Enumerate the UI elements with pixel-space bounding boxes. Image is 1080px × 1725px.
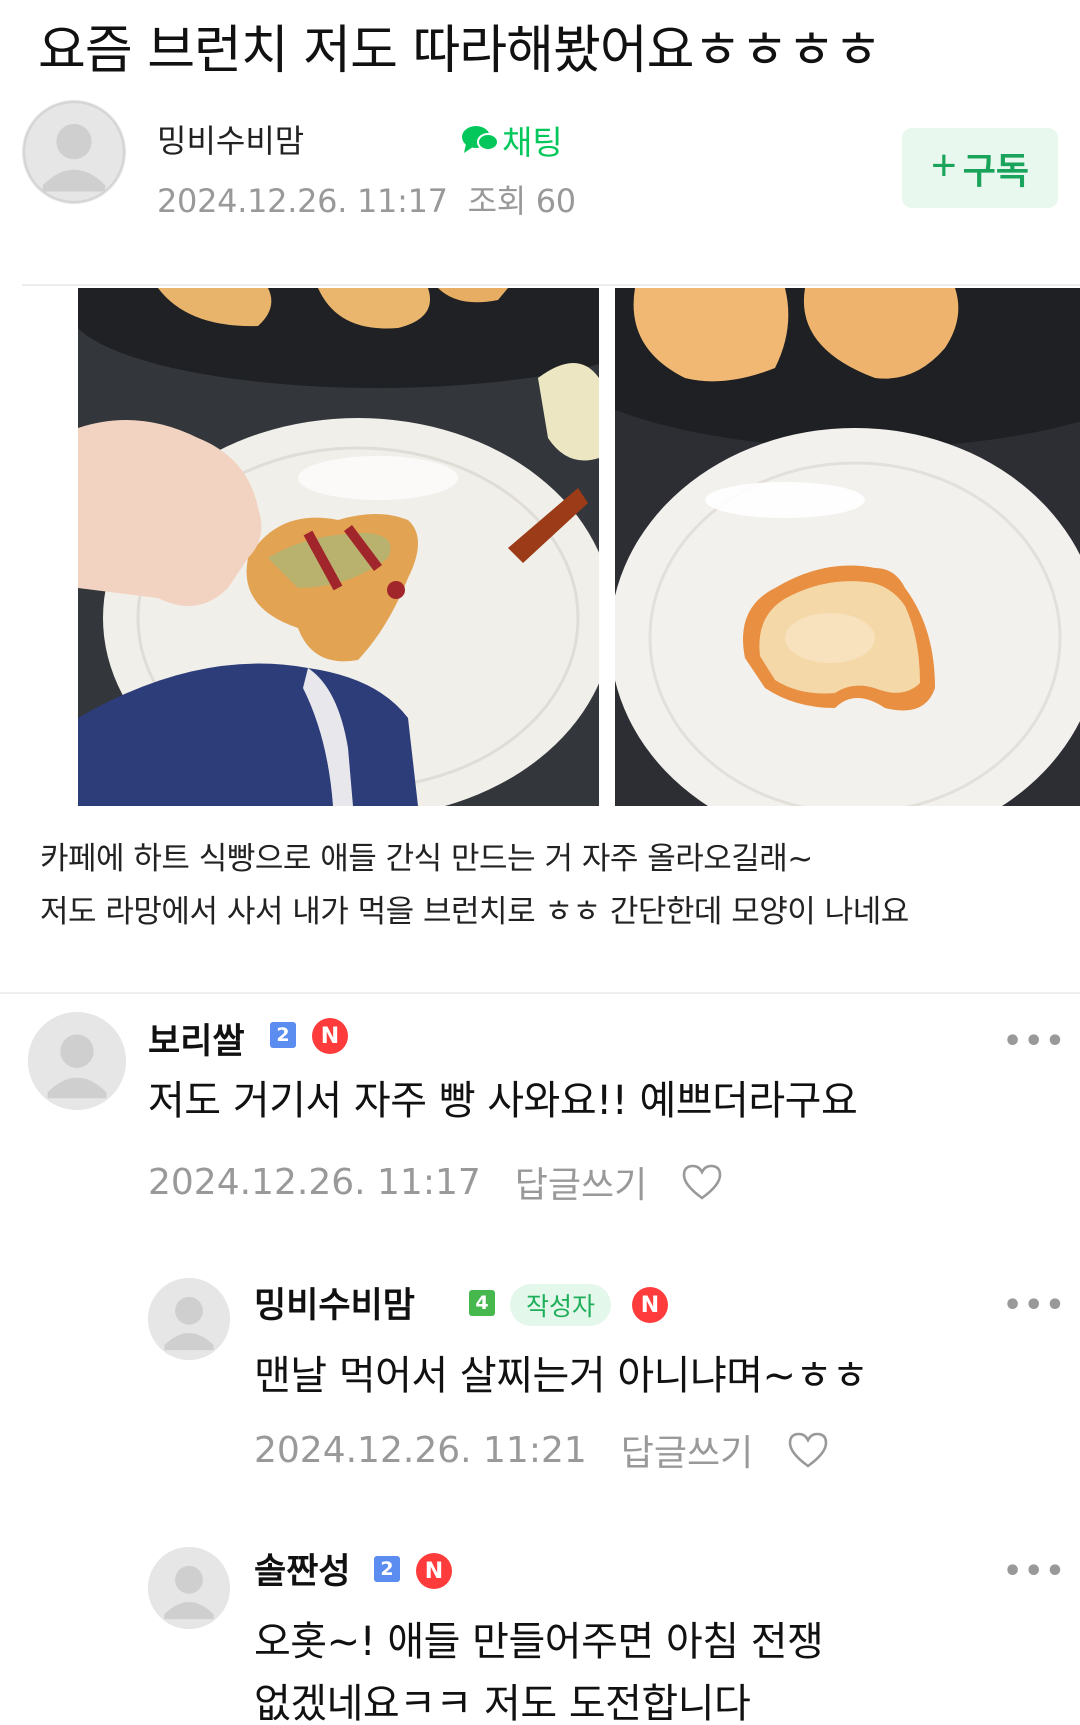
chat-button[interactable]: 채팅 bbox=[460, 116, 563, 164]
reply-button[interactable]: 답글쓰기 bbox=[621, 1424, 753, 1476]
commenter-name[interactable]: 보리쌀 bbox=[148, 1013, 245, 1064]
post-body-line-2: 저도 라망에서 사서 내가 먹을 브런치로 ㅎㅎ 간단한데 모양이 나네요 bbox=[40, 894, 909, 930]
subscribe-label: 구독 bbox=[962, 150, 1029, 191]
commenter-avatar[interactable] bbox=[148, 1278, 230, 1360]
post-photo-1[interactable] bbox=[78, 288, 599, 806]
reply-button[interactable]: 답글쓰기 bbox=[515, 1156, 647, 1208]
commenter-avatar[interactable] bbox=[148, 1547, 230, 1629]
post-body-line-1: 카페에 하트 식빵으로 애들 간식 만드는 거 자주 올라오길래~ bbox=[40, 841, 813, 877]
like-button[interactable] bbox=[681, 1163, 723, 1201]
commenter-name[interactable]: 솔짠성 bbox=[254, 1543, 351, 1594]
post-body: 카페에 하트 식빵으로 애들 간식 만드는 거 자주 올라오길래~ 저도 라망에… bbox=[40, 833, 909, 939]
comments-divider bbox=[0, 992, 1080, 994]
new-badge: N bbox=[312, 1018, 348, 1054]
more-options-icon[interactable]: ••• bbox=[1003, 1288, 1067, 1323]
comment-meta: 2024.12.26. 11:17 답글쓰기 bbox=[148, 1156, 723, 1208]
post-date: 2024.12.26. 11:17 bbox=[157, 182, 448, 220]
commenter-avatar[interactable] bbox=[28, 1012, 126, 1110]
default-user-avatar-icon bbox=[22, 100, 126, 204]
commenter-name[interactable]: 밍비수비맘 bbox=[254, 1277, 415, 1328]
comment-meta: 2024.12.26. 11:21 답글쓰기 bbox=[254, 1424, 829, 1476]
plus-icon: + bbox=[931, 141, 957, 190]
comment-date: 2024.12.26. 11:21 bbox=[254, 1429, 587, 1471]
subscribe-button[interactable]: + 구독 bbox=[902, 128, 1058, 208]
chat-label: 채팅 bbox=[502, 123, 563, 162]
heart-outline-icon bbox=[682, 1164, 722, 1200]
author-tag-badge: 작성자 bbox=[510, 1284, 612, 1326]
post-photo-2[interactable] bbox=[615, 288, 1080, 806]
heart-outline-icon bbox=[788, 1432, 828, 1468]
comment-text-line-2: 없겠네요ㅋㅋ 저도 도전합니다 bbox=[254, 1681, 751, 1725]
comment-text: 저도 거기서 자주 빵 사와요!! 예쁘더라구요 bbox=[148, 1078, 858, 1124]
new-badge: N bbox=[416, 1553, 452, 1589]
default-user-avatar-icon bbox=[28, 1012, 126, 1110]
default-user-avatar-icon bbox=[148, 1547, 230, 1629]
comment-text-line-1: 오홋~! 애들 만들어주면 아침 전쟁 bbox=[254, 1619, 824, 1665]
post-title: 요즘 브런치 저도 따라해봤어요ㅎㅎㅎㅎ bbox=[38, 21, 882, 81]
more-options-icon[interactable]: ••• bbox=[1003, 1024, 1067, 1059]
more-options-icon[interactable]: ••• bbox=[1003, 1554, 1067, 1589]
header-divider bbox=[22, 284, 1080, 286]
author-avatar[interactable] bbox=[22, 100, 126, 204]
like-button[interactable] bbox=[787, 1431, 829, 1469]
member-level-badge: 2 bbox=[374, 1556, 400, 1582]
author-name[interactable]: 밍비수비맘 bbox=[157, 116, 304, 162]
member-level-badge: 2 bbox=[270, 1022, 296, 1048]
new-badge: N bbox=[632, 1287, 668, 1323]
member-level-badge: 4 bbox=[469, 1290, 495, 1316]
default-user-avatar-icon bbox=[148, 1278, 230, 1360]
heart-toast-plate-image bbox=[615, 288, 1080, 806]
comment-date: 2024.12.26. 11:17 bbox=[148, 1161, 481, 1203]
comment-text: 맨날 먹어서 살찌는거 아니냐며~ㅎㅎ bbox=[254, 1353, 869, 1399]
chat-bubble-icon bbox=[462, 126, 499, 153]
comment-text: 오홋~! 애들 만들어주면 아침 전쟁 없겠네요ㅋㅋ 저도 도전합니다 bbox=[254, 1611, 824, 1725]
post-views: 조회 60 bbox=[467, 182, 577, 220]
post-meta: 2024.12.26. 11:17 조회 60 bbox=[157, 176, 586, 222]
heart-toast-hand-image bbox=[78, 288, 599, 806]
